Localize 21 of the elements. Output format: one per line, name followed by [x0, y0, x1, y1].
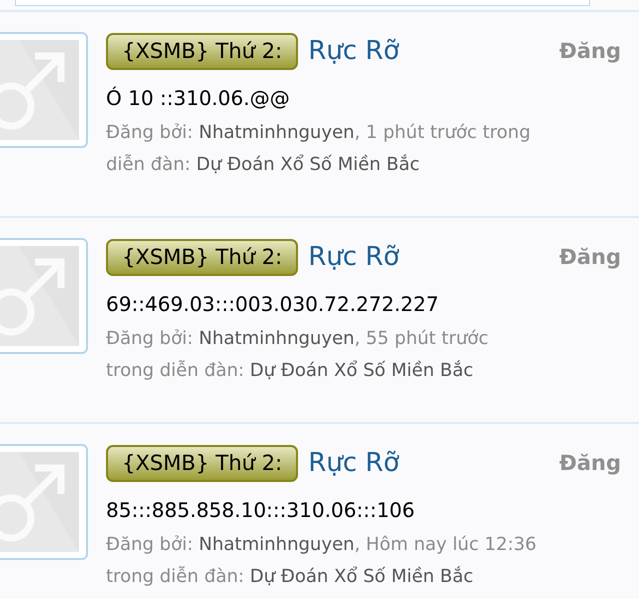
thread-title-link[interactable]: Rực Rỡ: [308, 444, 400, 483]
post-snippet: 85:::885.858.10:::310.06:::106: [106, 497, 416, 524]
author-link[interactable]: Nhatminhnguyen: [198, 122, 354, 143]
prefix-tag: {XSMB} Thứ 2:: [106, 32, 298, 70]
post-meta: Đăng bởi: Nhatminhnguyen, 55 phút trước trong diễn đàn: Dự Đoán Xổ Số Miền Bắc: [106, 327, 490, 383]
side-label: Đăng: [559, 244, 621, 271]
post-snippet: Ó 10 ::310.06.@@: [106, 85, 291, 112]
author-link[interactable]: Nhatminhnguyen: [198, 328, 354, 349]
post-snippet: 69::469.03:::003.030.72.272.227: [106, 291, 440, 318]
thread-title-link[interactable]: Rực Rỡ: [308, 238, 400, 277]
prefix-tag: {XSMB} Thứ 2:: [106, 238, 298, 276]
prefix-tag: {XSMB} Thứ 2:: [106, 444, 298, 482]
side-label: Đăng: [559, 38, 621, 65]
forum-link[interactable]: Dự Đoán Xổ Số Miền Bắc: [250, 360, 474, 381]
forum-link[interactable]: Dự Đoán Xổ Số Miền Bắc: [196, 154, 420, 175]
forum-link[interactable]: Dự Đoán Xổ Số Miền Bắc: [250, 566, 474, 587]
post-meta: Đăng bởi: Nhatminhnguyen, 1 phút trước trong diễn đàn: Dự Đoán Xổ Số Miền Bắc: [106, 121, 532, 177]
post-meta: Đăng bởi: Nhatminhnguyen, Hôm nay lúc 12:36 trong diễn đàn: Dự Đoán Xổ Số Miền Bắc: [106, 533, 538, 589]
author-link[interactable]: Nhatminhnguyen: [198, 534, 354, 555]
thread-title-link[interactable]: Rực Rỡ: [308, 32, 400, 71]
side-label: Đăng: [559, 450, 621, 477]
